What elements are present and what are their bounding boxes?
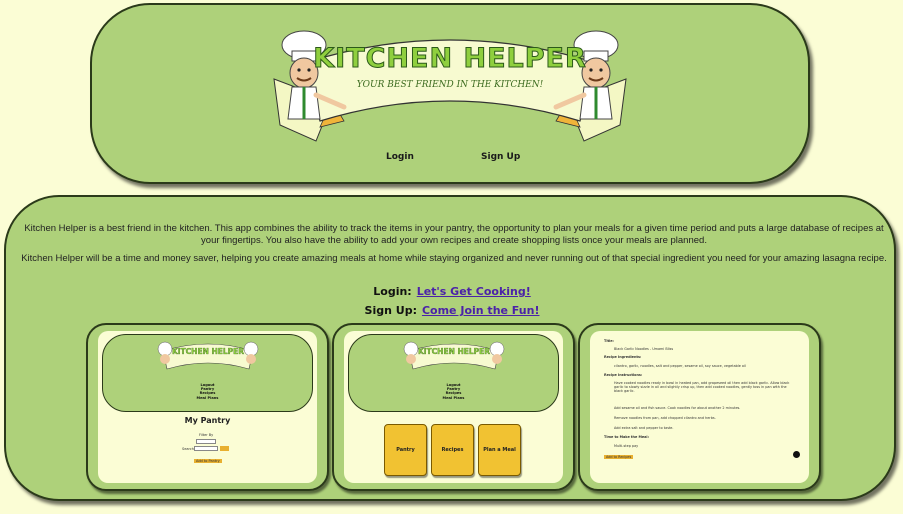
mini-nav-meal-plans[interactable]: Meal Plans (103, 396, 312, 400)
tile-plan-a-meal[interactable]: Plan a Meal (478, 424, 521, 476)
recipe-step: Remove noodles from pan, add chopped cil… (614, 416, 716, 420)
logo-subtitle: YOUR BEST FRIEND IN THE KITCHEN! (356, 80, 544, 90)
mini-nav: Logout Pantry Recipes Meal Plans (349, 383, 558, 400)
pantry-search-input[interactable] (194, 446, 218, 451)
logo-title: KITCHEN HELPER (313, 43, 587, 75)
header-signup-link[interactable]: Sign Up (481, 152, 520, 162)
mini-nav: Logout Pantry Recipes Meal Plans (103, 383, 312, 400)
tile-pantry[interactable]: Pantry (384, 424, 427, 476)
intro-paragraph: Kitchen Helper is a best friend in the k… (24, 223, 884, 246)
mini-logo-icon: KITCHEN HELPER (155, 339, 261, 377)
main-panel: Kitchen Helper is a best friend in the k… (4, 195, 896, 501)
login-cta-row: Login: Let's Get Cooking! (6, 285, 898, 298)
pantry-search-label: Search (182, 447, 195, 451)
pantry-preview-title: My Pantry (184, 416, 231, 425)
recipe-preview-screenshot: Title: Black Garlic Noodles - Umami Blis… (578, 323, 821, 491)
recipe-time-label: Time to Make the Meal: (604, 435, 649, 439)
recipe-preview-inner: Title: Black Garlic Noodles - Umami Blis… (590, 331, 809, 483)
pantry-search-button[interactable] (220, 446, 229, 451)
recipe-step: Add sesame oil and fish sauce. Cook nood… (614, 406, 741, 410)
kitchen-helper-logo: KITCHEN HELPER YOUR BEST FRIEND IN THE K… (264, 23, 636, 151)
tile-recipes[interactable]: Recipes (431, 424, 474, 476)
login-cta-link[interactable]: Let's Get Cooking! (417, 285, 531, 298)
pantry-preview-header: KITCHEN HELPER Logout Pantry Recipes Mea… (102, 334, 313, 412)
add-to-pantry-button[interactable]: Add to Pantry (194, 459, 222, 463)
header-login-link[interactable]: Login (386, 152, 414, 162)
mini-nav-meal-plans[interactable]: Meal Plans (349, 396, 558, 400)
mini-logo-title: KITCHEN HELPER (417, 347, 491, 356)
recipe-step: Have cooked noodles ready in bowl in hea… (614, 381, 790, 393)
pantry-filter-label: Filter By (199, 433, 214, 437)
login-label: Login: (373, 285, 412, 298)
scroll-top-icon[interactable] (793, 451, 800, 458)
pantry-filter-select[interactable] (196, 439, 216, 444)
home-preview-screenshot: KITCHEN HELPER Logout Pantry Recipes Mea… (332, 323, 575, 491)
header-panel: KITCHEN HELPER YOUR BEST FRIEND IN THE K… (90, 3, 810, 184)
pantry-preview-inner: KITCHEN HELPER Logout Pantry Recipes Mea… (98, 331, 317, 483)
recipe-step: Add extra salt and pepper to taste. (614, 426, 674, 430)
recipe-time-value: Multi-step pay (614, 444, 639, 448)
signup-label: Sign Up: (364, 304, 417, 317)
home-preview-inner: KITCHEN HELPER Logout Pantry Recipes Mea… (344, 331, 563, 483)
recipe-title-label: Title: (604, 339, 614, 343)
home-preview-header: KITCHEN HELPER Logout Pantry Recipes Mea… (348, 334, 559, 412)
add-to-recipes-button[interactable]: Add to Recipes (604, 455, 634, 459)
signup-cta-row: Sign Up: Come Join the Fun! (6, 304, 898, 317)
mini-logo-icon: KITCHEN HELPER (401, 339, 507, 377)
recipe-ingredients-label: Recipe Ingredients: (604, 355, 642, 359)
benefit-paragraph: Kitchen Helper will be a time and money … (21, 253, 887, 264)
mini-logo-title: KITCHEN HELPER (171, 347, 245, 356)
recipe-instructions-label: Recipe Instructions: (604, 373, 643, 377)
recipe-ingredients: cilantro, garlic, noodles, salt and pepp… (614, 364, 746, 368)
signup-cta-link[interactable]: Come Join the Fun! (422, 304, 540, 317)
pantry-preview-screenshot: KITCHEN HELPER Logout Pantry Recipes Mea… (86, 323, 329, 491)
recipe-title: Black Garlic Noodles - Umami Bliss (614, 347, 674, 351)
